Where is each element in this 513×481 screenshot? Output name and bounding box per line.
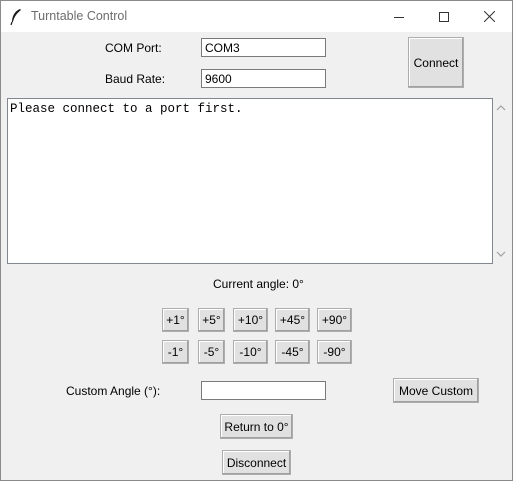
com-port-input[interactable] xyxy=(201,38,326,57)
step-minus-5-button[interactable]: -5° xyxy=(198,340,225,364)
step-label: -45° xyxy=(281,345,304,359)
baud-rate-label: Baud Rate: xyxy=(105,72,166,86)
step-plus-1-button[interactable]: +1° xyxy=(162,308,189,332)
maximize-icon xyxy=(439,11,449,22)
log-textbox[interactable]: Please connect to a port first. xyxy=(7,98,493,264)
move-custom-label: Move Custom xyxy=(398,383,474,398)
step-label: +90° xyxy=(321,313,348,327)
step-plus-90-button[interactable]: +90° xyxy=(317,308,352,332)
minimize-button[interactable] xyxy=(376,1,422,32)
custom-angle-input[interactable] xyxy=(201,381,326,400)
scroll-down-icon[interactable] xyxy=(496,250,506,258)
custom-angle-label: Custom Angle (°): xyxy=(66,384,161,398)
disconnect-button[interactable]: Disconnect xyxy=(222,450,291,475)
com-port-label: COM Port: xyxy=(105,41,162,55)
step-label: +45° xyxy=(279,313,306,327)
maximize-button[interactable] xyxy=(421,1,467,32)
step-minus-10-button[interactable]: -10° xyxy=(233,340,268,364)
minimize-icon xyxy=(394,16,404,18)
window-title: Turntable Control xyxy=(31,9,128,23)
move-custom-button[interactable]: Move Custom xyxy=(393,378,479,403)
feather-icon xyxy=(10,9,21,26)
app-window: Turntable Control COM Port: Baud Rate: C… xyxy=(0,0,513,481)
step-label: -10° xyxy=(239,345,262,359)
return-to-zero-label: Return to 0° xyxy=(224,419,289,434)
log-text: Please connect to a port first. xyxy=(10,102,243,116)
scroll-up-icon[interactable] xyxy=(496,104,506,112)
baud-rate-input[interactable] xyxy=(201,69,326,88)
step-plus-45-button[interactable]: +45° xyxy=(275,308,310,332)
connect-button-label: Connect xyxy=(413,55,459,70)
step-plus-10-button[interactable]: +10° xyxy=(233,308,268,332)
step-label: +10° xyxy=(237,313,264,327)
current-angle-label: Current angle: 0° xyxy=(213,277,304,291)
step-minus-45-button[interactable]: -45° xyxy=(275,340,310,364)
step-minus-1-button[interactable]: -1° xyxy=(162,340,189,364)
step-label: -1° xyxy=(167,345,184,359)
step-label: +1° xyxy=(166,313,185,327)
step-plus-5-button[interactable]: +5° xyxy=(198,308,225,332)
step-minus-90-button[interactable]: -90° xyxy=(317,340,352,364)
close-button[interactable] xyxy=(466,1,512,32)
step-label: +5° xyxy=(202,313,221,327)
connect-button[interactable]: Connect xyxy=(408,37,464,88)
log-scrollbar[interactable] xyxy=(493,98,509,264)
step-label: -90° xyxy=(323,345,346,359)
disconnect-label: Disconnect xyxy=(226,455,287,470)
step-label: -5° xyxy=(203,345,220,359)
return-to-zero-button[interactable]: Return to 0° xyxy=(220,414,293,439)
close-icon xyxy=(483,11,495,22)
title-bar[interactable]: Turntable Control xyxy=(1,1,512,32)
